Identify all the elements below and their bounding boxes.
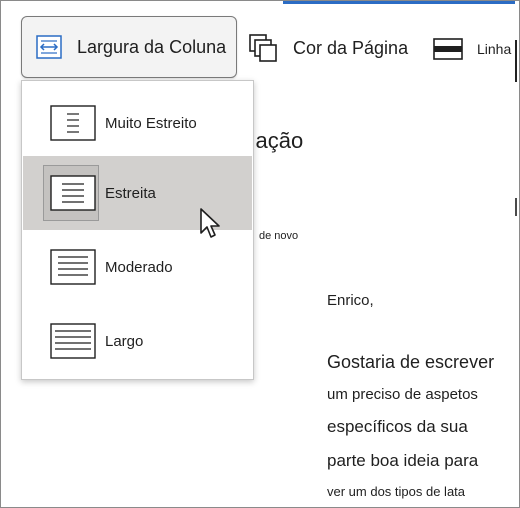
document-title-clip: enação xyxy=(255,122,395,162)
wide-column-icon xyxy=(50,323,96,359)
paragraph-line: Gostaria de escrever xyxy=(327,352,495,372)
moderate-column-icon xyxy=(50,249,96,285)
very-narrow-column-icon xyxy=(50,105,96,141)
document-title: enação xyxy=(255,128,304,153)
page-color-button[interactable]: Cor da Página xyxy=(249,30,408,66)
margin-marker xyxy=(515,198,517,216)
paragraph-line: um preciso de aspetos xyxy=(327,386,478,403)
paragraph-line: parte boa ideia para xyxy=(327,451,479,470)
menu-item-label: Estreita xyxy=(105,184,156,202)
menu-item-label: Largo xyxy=(105,332,144,350)
undo-text: de novo xyxy=(259,230,299,242)
line-button[interactable]: Linha xyxy=(433,34,511,64)
menu-item-very-narrow[interactable]: Muito Estreito xyxy=(23,86,252,160)
line-label: Linha xyxy=(477,41,512,57)
menu-item-label: Moderado xyxy=(105,258,173,276)
line-icon xyxy=(433,38,463,60)
column-width-button[interactable]: Largura da Coluna xyxy=(21,16,237,78)
greeting-text: Enrico, xyxy=(327,292,374,309)
narrow-column-icon xyxy=(50,175,96,211)
menu-item-label: Muito Estreito xyxy=(105,114,197,132)
paragraph-line: específicos da sua xyxy=(327,417,468,436)
page-color-label: Cor da Página xyxy=(293,37,409,58)
mouse-pointer-icon xyxy=(200,208,220,238)
menu-item-wide[interactable]: Largo xyxy=(23,304,252,378)
window-frame: Largura da Coluna Cor da Página Linha en… xyxy=(0,0,520,508)
column-width-icon xyxy=(36,35,62,59)
column-width-label: Largura da Coluna xyxy=(77,36,227,57)
menu-item-moderate[interactable]: Moderado xyxy=(23,230,252,304)
page-color-icon xyxy=(249,34,277,62)
ribbon-toolbar: Largura da Coluna Cor da Página Linha xyxy=(1,4,519,94)
paragraph-line: ver um dos tipos de lata xyxy=(327,484,466,499)
